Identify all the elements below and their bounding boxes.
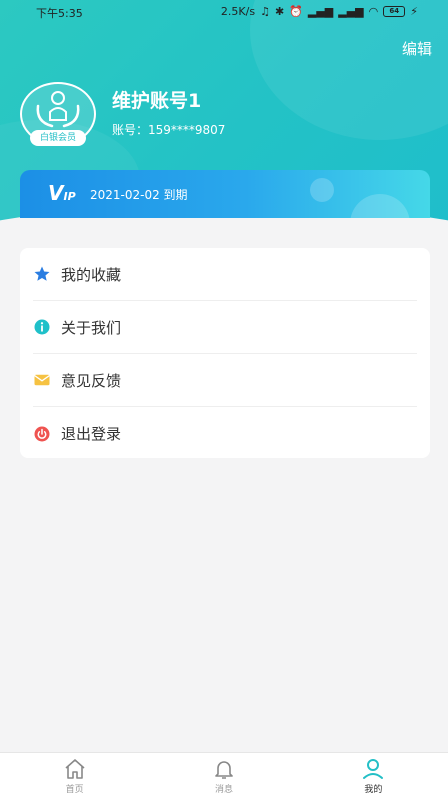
menu-item-about[interactable]: 关于我们 [33, 301, 417, 354]
vip-decoration [310, 178, 334, 202]
network-speed: 2.5K/s [220, 5, 256, 18]
status-icons: 2.5K/s ♫ ✱ ⏰ ▂▄▆ ▂▄▆ ◠ 64 ⚡ [221, 5, 418, 18]
vip-logo: VIP [48, 181, 76, 205]
menu-list: 我的收藏 关于我们 意见反馈 退出登录 [20, 248, 430, 458]
avatar[interactable]: 白银会员 [20, 82, 96, 146]
signal-icon: ▂▄▆ [338, 5, 364, 18]
star-icon [33, 265, 51, 283]
tab-home[interactable]: 首页 [0, 753, 149, 798]
bottom-tab-bar: 首页 消息 我的 [0, 752, 448, 798]
power-icon [33, 425, 51, 443]
bluetooth-icon: ✱ [274, 5, 285, 18]
menu-item-logout[interactable]: 退出登录 [33, 407, 417, 460]
alarm-icon: ⏰ [289, 5, 303, 18]
menu-item-label: 退出登录 [61, 425, 122, 443]
menu-item-label: 我的收藏 [61, 265, 122, 284]
bell-icon [215, 760, 233, 779]
tab-label: 我的 [364, 784, 383, 795]
info-icon [33, 318, 51, 336]
account-number: 账号：159****9807 [112, 123, 226, 137]
avatar-icon [36, 91, 80, 128]
vip-decoration [350, 194, 410, 218]
status-bar: 下午5:35 2.5K/s ♫ ✱ ⏰ ▂▄▆ ▂▄▆ ◠ 64 ⚡ [0, 0, 448, 24]
menu-item-feedback[interactable]: 意见反馈 [33, 354, 417, 407]
tab-label: 消息 [214, 784, 233, 795]
tab-mine[interactable]: 我的 [299, 753, 448, 798]
vip-logo-letter: V [48, 181, 64, 205]
menu-item-favorites[interactable]: 我的收藏 [33, 248, 417, 301]
signal-icon: ▂▄▆ [307, 5, 334, 18]
headphones-icon: ♫ [260, 5, 270, 18]
status-time: 下午5:35 [36, 7, 83, 20]
charging-icon: ⚡ [410, 5, 418, 18]
menu-item-label: 关于我们 [61, 318, 122, 337]
mail-icon [33, 371, 51, 389]
home-icon [65, 758, 85, 779]
member-badge: 白银会员 [30, 130, 86, 146]
edit-button[interactable]: 编辑 [402, 38, 432, 59]
tab-label: 首页 [65, 784, 84, 795]
wifi-icon: ◠ [368, 5, 379, 18]
battery-icon: 64 [383, 6, 406, 17]
vip-card[interactable]: VIP 2021-02-02 到期 [20, 170, 430, 218]
person-icon [363, 758, 384, 779]
menu-item-label: 意见反馈 [61, 371, 122, 390]
username: 维护账号1 [112, 90, 202, 112]
vip-expiry: 2021-02-02 到期 [90, 188, 188, 202]
tab-messages[interactable]: 消息 [149, 753, 298, 798]
vip-logo-sub: IP [63, 190, 76, 203]
